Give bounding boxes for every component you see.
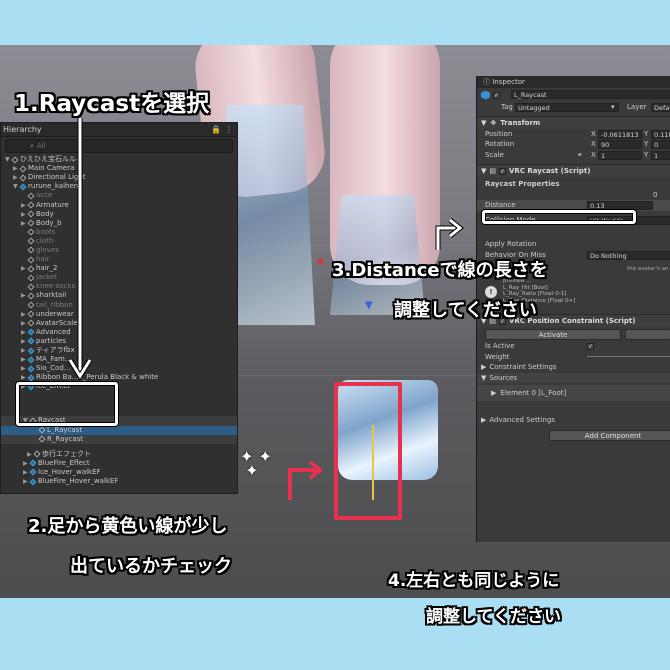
- caption-step3-line1: 3.Distanceで線の長さを: [332, 260, 548, 281]
- caption-step2-line2: 出ているかチェック: [70, 556, 232, 577]
- caption-step4-line1: 4.左右とも同じように: [388, 571, 560, 591]
- caption-step4-line2: 調整してください: [426, 607, 561, 627]
- caption-step3-line2: 調整してください: [394, 300, 537, 321]
- caption-step2-line1: 2.足から黄色い線が少し: [28, 516, 228, 537]
- caption-step1: 1.Raycastを選択: [14, 91, 210, 117]
- bottom-frame-band: [0, 598, 670, 670]
